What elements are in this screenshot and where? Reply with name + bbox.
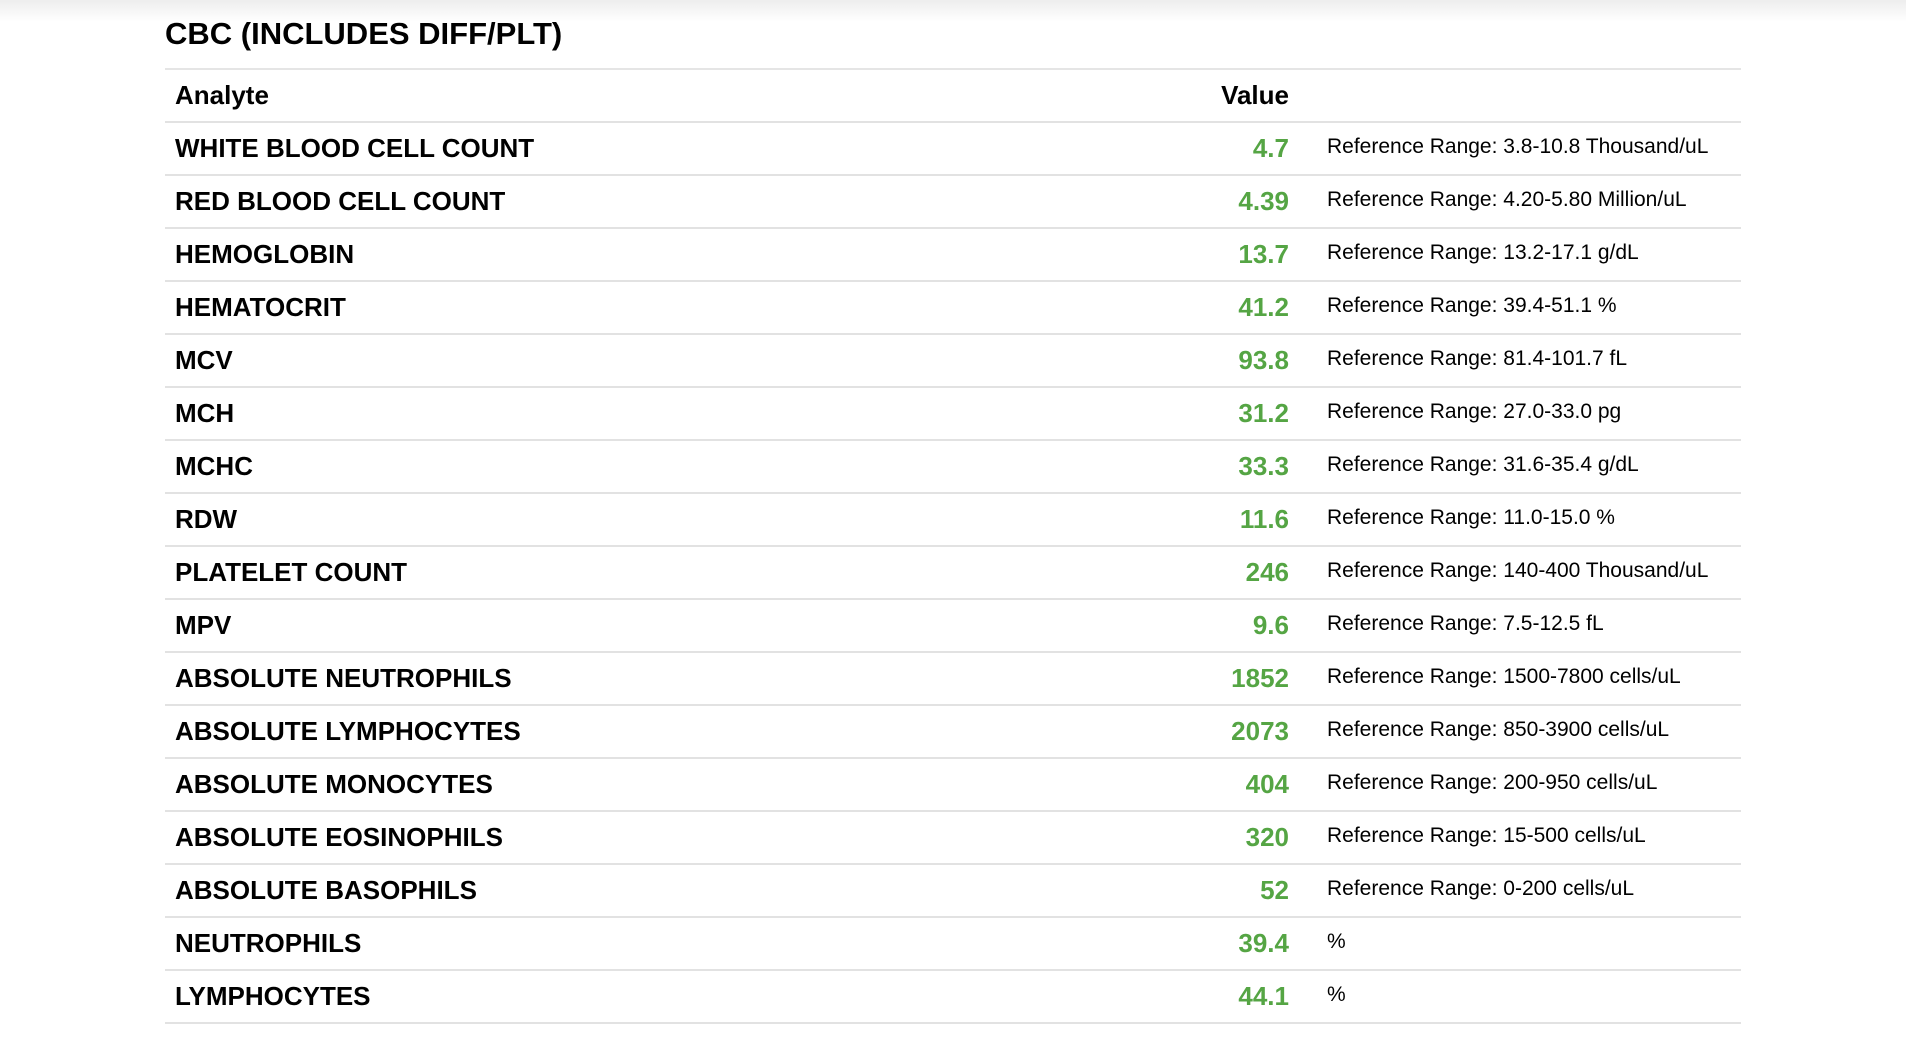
analyte-name: NEUTROPHILS <box>175 928 362 958</box>
analyte-value: 4.39 <box>1238 186 1289 216</box>
reference-range: % <box>1327 982 1346 1006</box>
analyte-name: PLATELET COUNT <box>175 557 408 587</box>
analyte-value: 31.2 <box>1238 398 1289 428</box>
table-row: ABSOLUTE MONOCYTES 404 Reference Range: 20… <box>165 759 1741 812</box>
analyte-value: 2073 <box>1231 716 1289 746</box>
analyte-name: HEMATOCRIT <box>175 292 346 322</box>
analyte-name: MPV <box>175 610 232 640</box>
analyte-value: 41.2 <box>1238 292 1289 322</box>
analyte-name: HEMOGLOBIN <box>175 239 355 269</box>
analyte-name: RDW <box>175 504 238 534</box>
reference-range: Reference Range: 27.0-33.0 pg <box>1327 399 1622 423</box>
analyte-name: MCHC <box>175 451 253 481</box>
analyte-value: 11.6 <box>1239 504 1289 534</box>
analyte-value: 44.1 <box>1238 981 1289 1011</box>
reference-range: Reference Range: 3.8-10.8 Thousand/uL <box>1327 134 1709 158</box>
analyte-name: ABSOLUTE LYMPHOCYTES <box>175 716 521 746</box>
analyte-name: WHITE BLOOD CELL COUNT <box>175 133 535 163</box>
table-row: PLATELET COUNT 246 Reference Range: 140-40… <box>165 547 1741 600</box>
reference-range: % <box>1327 929 1346 953</box>
reference-range: Reference Range: 81.4-101.7 fL <box>1327 346 1628 370</box>
table-row: RDW 11.6 Reference Range: 11.0-15.0 % <box>165 494 1741 547</box>
table-row: ABSOLUTE LYMPHOCYTES 2073 Reference Range:… <box>165 706 1741 759</box>
reference-range: Reference Range: 1500-7800 cells/uL <box>1327 664 1681 688</box>
reference-range: Reference Range: 11.0-15.0 % <box>1327 505 1615 529</box>
table-row: HEMATOCRIT 41.2 Reference Range: 39.4-51.1… <box>165 282 1741 335</box>
table-row: MCH 31.2 Reference Range: 27.0-33.0 pg <box>165 388 1741 441</box>
value-column-header: Value <box>1221 80 1289 110</box>
analyte-name: MCV <box>175 345 233 375</box>
analyte-value: 246 <box>1245 557 1289 587</box>
analyte-value: 1852 <box>1231 663 1289 693</box>
reference-range: Reference Range: 13.2-17.1 g/dL <box>1327 240 1639 264</box>
table-row: MCHC 33.3 Reference Range: 31.6-35.4 g/dL <box>165 441 1741 494</box>
section-title: CBC (INCLUDES DIFF/PLT) <box>165 0 1741 70</box>
reference-range: Reference Range: 31.6-35.4 g/dL <box>1327 452 1639 476</box>
analyte-column-header: Analyte <box>175 80 269 110</box>
reference-range: Reference Range: 4.20-5.80 Million/uL <box>1327 187 1687 211</box>
analyte-name: MCH <box>175 398 235 428</box>
analyte-value: 33.3 <box>1238 451 1289 481</box>
table-row: WHITE BLOOD CELL COUNT 4.7 Reference Range… <box>165 123 1741 176</box>
analyte-name: ABSOLUTE BASOPHILS <box>175 875 477 905</box>
analyte-value: 52 <box>1260 875 1289 905</box>
analyte-value: 9.6 <box>1252 610 1289 640</box>
table-row: ABSOLUTE EOSINOPHILS 320 Reference Range: … <box>165 812 1741 865</box>
cbc-results-panel: CBC (INCLUDES DIFF/PLT) Analyte Value WH… <box>165 0 1741 1024</box>
analyte-name: RED BLOOD CELL COUNT <box>175 186 506 216</box>
reference-range: Reference Range: 15-500 cells/uL <box>1327 823 1646 847</box>
table-header-row: Analyte Value <box>165 70 1741 123</box>
analyte-name: LYMPHOCYTES <box>175 981 371 1011</box>
analyte-value: 320 <box>1245 822 1289 852</box>
results-table-body: WHITE BLOOD CELL COUNT 4.7 Reference Range… <box>165 123 1741 1024</box>
analyte-value: 404 <box>1245 769 1289 799</box>
table-row: ABSOLUTE BASOPHILS 52 Reference Range: 0-2… <box>165 865 1741 918</box>
reference-range: Reference Range: 7.5-12.5 fL <box>1327 611 1604 635</box>
table-row: RED BLOOD CELL COUNT 4.39 Reference Range:… <box>165 176 1741 229</box>
analyte-value: 4.7 <box>1252 133 1289 163</box>
table-row: MCV 93.8 Reference Range: 81.4-101.7 fL <box>165 335 1741 388</box>
table-row: HEMOGLOBIN 13.7 Reference Range: 13.2-17.1… <box>165 229 1741 282</box>
reference-range: Reference Range: 200-950 cells/uL <box>1327 770 1658 794</box>
reference-range: Reference Range: 140-400 Thousand/uL <box>1327 558 1709 582</box>
analyte-value: 13.7 <box>1238 239 1289 269</box>
reference-range: Reference Range: 39.4-51.1 % <box>1327 293 1617 317</box>
analyte-value: 93.8 <box>1238 345 1289 375</box>
analyte-name: ABSOLUTE NEUTROPHILS <box>175 663 512 693</box>
analyte-value: 39.4 <box>1238 928 1289 958</box>
analyte-name: ABSOLUTE EOSINOPHILS <box>175 822 503 852</box>
reference-range: Reference Range: 850-3900 cells/uL <box>1327 717 1670 741</box>
analyte-name: ABSOLUTE MONOCYTES <box>175 769 493 799</box>
reference-range: Reference Range: 0-200 cells/uL <box>1327 876 1635 900</box>
table-row: ABSOLUTE NEUTROPHILS 1852 Reference Range:… <box>165 653 1741 706</box>
table-row: MPV 9.6 Reference Range: 7.5-12.5 fL <box>165 600 1741 653</box>
table-row: NEUTROPHILS 39.4% <box>165 918 1741 971</box>
table-row: LYMPHOCYTES 44.1% <box>165 971 1741 1024</box>
